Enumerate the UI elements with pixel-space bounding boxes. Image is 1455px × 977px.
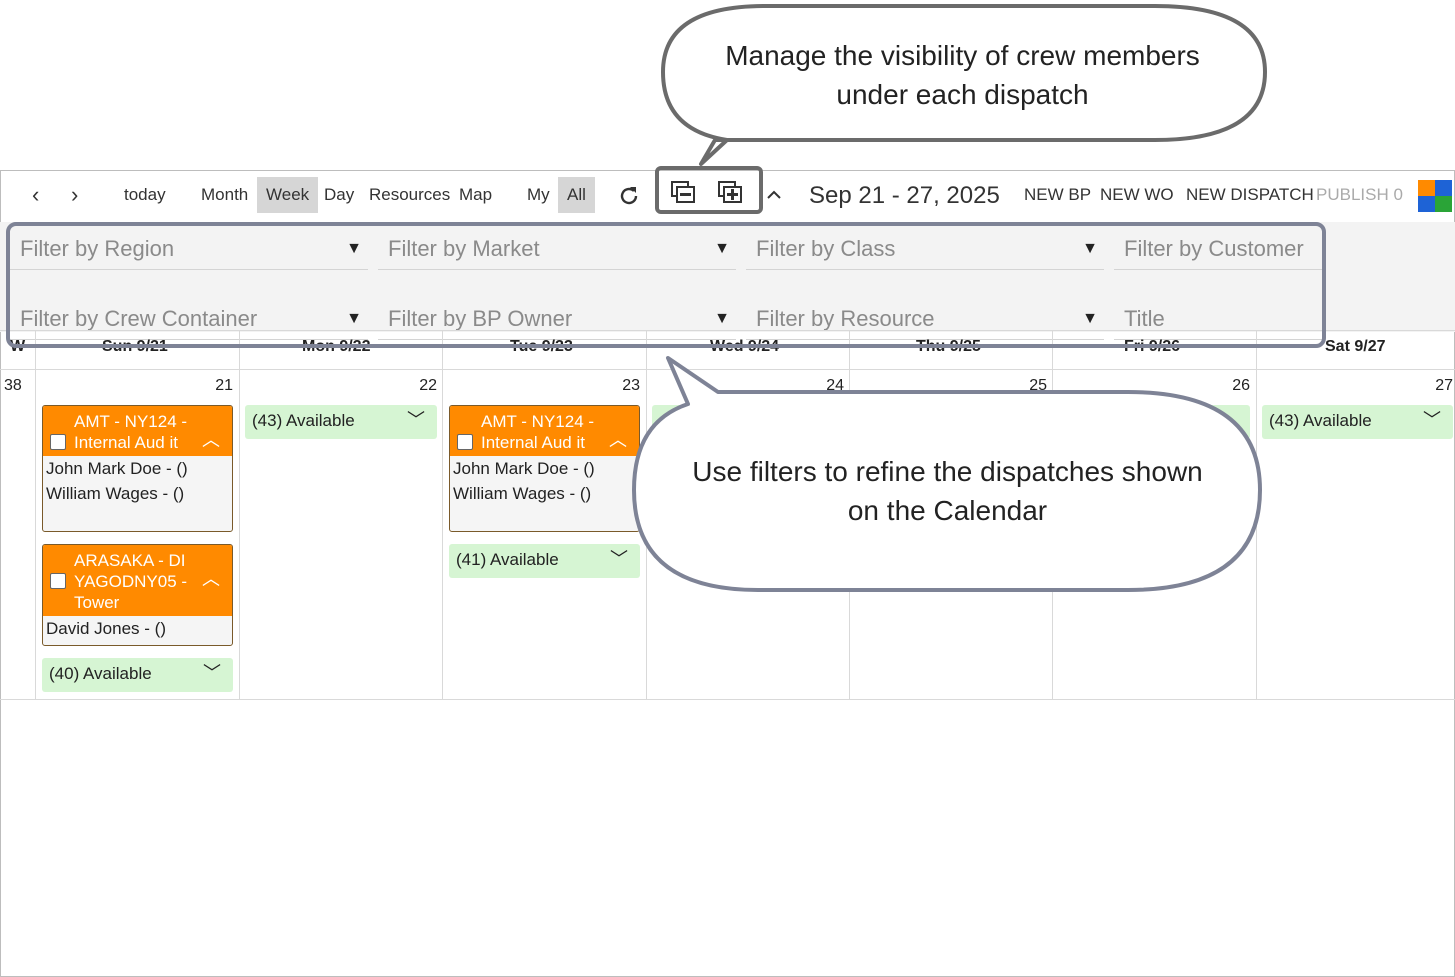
available-crew-sat[interactable]: (43) Available ﹀ xyxy=(1262,405,1453,439)
grid-line xyxy=(442,330,443,700)
view-day-button[interactable]: Day xyxy=(324,177,354,213)
crew-member[interactable]: David Jones - () xyxy=(43,616,232,641)
dispatch-checkbox[interactable] xyxy=(457,434,473,450)
expand-crew-icon[interactable] xyxy=(717,180,745,206)
dispatch-checkbox[interactable] xyxy=(50,573,66,589)
publish-button[interactable]: PUBLISH 0 xyxy=(1316,177,1403,213)
available-label: (40) Available xyxy=(49,664,152,683)
today-button[interactable]: today xyxy=(124,177,166,213)
available-crew-sun[interactable]: (40) Available ﹀ xyxy=(42,658,233,692)
day-number-22: 22 xyxy=(419,377,437,394)
collapse-crew-icon[interactable] xyxy=(670,180,698,206)
scope-my-button[interactable]: My xyxy=(527,177,550,213)
dispatch-title: AMT - NY124 - Internal Aud it xyxy=(74,412,188,452)
available-label: (43) Available xyxy=(1269,411,1372,430)
crew-member[interactable]: John Mark Doe - () xyxy=(450,456,639,481)
dispatch-header[interactable]: AMT - NY124 - Internal Aud it ︿ xyxy=(43,406,232,456)
app-logo xyxy=(1418,180,1452,212)
chevron-down-icon[interactable]: ﹀ xyxy=(610,543,628,575)
crew-member[interactable]: John Mark Doe - () xyxy=(43,456,232,481)
view-week-button[interactable]: Week xyxy=(257,177,319,213)
chevron-up-icon[interactable]: ︿ xyxy=(609,430,627,451)
dispatch-header[interactable]: ARASAKA - DI YAGODNY05 - Tower ︿ xyxy=(43,545,232,616)
header-sat: Sat 9/27 xyxy=(1325,338,1386,355)
callout-bottom-text: Use filters to refine the dispatches sho… xyxy=(692,456,1203,526)
dispatch-card[interactable]: AMT - NY124 - Internal Aud it ︿ John Mar… xyxy=(42,405,233,532)
available-label: (43) Available xyxy=(252,411,355,430)
available-crew-tue[interactable]: (41) Available ﹀ xyxy=(449,544,640,578)
view-map-button[interactable]: Map xyxy=(459,177,492,213)
dispatch-title: ARASAKA - DI YAGODNY05 - Tower xyxy=(74,551,188,612)
grid-line xyxy=(239,330,240,700)
new-dispatch-button[interactable]: NEW DISPATCH xyxy=(1186,177,1314,213)
collapse-filters-icon[interactable] xyxy=(766,188,782,202)
scope-all-button[interactable]: All xyxy=(558,177,595,213)
chevron-down-icon[interactable]: ﹀ xyxy=(203,657,221,689)
dispatch-card[interactable]: ARASAKA - DI YAGODNY05 - Tower ︿ David J… xyxy=(42,544,233,646)
day-number-21: 21 xyxy=(215,377,233,394)
view-month-button[interactable]: Month xyxy=(201,177,248,213)
next-button[interactable]: › xyxy=(71,177,78,213)
prev-button[interactable]: ‹ xyxy=(32,177,39,213)
chevron-up-icon[interactable]: ︿ xyxy=(202,569,220,590)
day-number-27: 27 xyxy=(1435,377,1453,394)
callout-top-text: Manage the visibility of crew members un… xyxy=(725,40,1200,110)
chevron-up-icon[interactable]: ︿ xyxy=(202,430,220,451)
view-resources-button[interactable]: Resources xyxy=(369,177,450,213)
dispatch-header[interactable]: AMT - NY124 - Internal Aud it ︿ xyxy=(450,406,639,456)
new-wo-button[interactable]: NEW WO xyxy=(1100,177,1174,213)
crew-member[interactable]: William Wages - () xyxy=(450,481,639,506)
crew-member[interactable]: William Wages - () xyxy=(43,481,232,506)
date-range-title: Sep 21 - 27, 2025 xyxy=(809,182,1000,209)
refresh-icon[interactable] xyxy=(617,184,641,208)
available-crew-mon[interactable]: (43) Available ﹀ xyxy=(245,405,437,439)
chevron-down-icon[interactable]: ﹀ xyxy=(1423,404,1441,436)
available-label: (41) Available xyxy=(456,550,559,569)
dispatch-checkbox[interactable] xyxy=(50,434,66,450)
filters-highlight xyxy=(6,222,1326,348)
dispatch-card[interactable]: AMT - NY124 - Internal Aud it ︿ John Mar… xyxy=(449,405,640,532)
grid-line xyxy=(0,699,1455,700)
week-number: 38 xyxy=(4,377,22,394)
grid-line xyxy=(35,330,36,700)
chevron-down-icon[interactable]: ﹀ xyxy=(407,404,425,436)
new-bp-button[interactable]: NEW BP xyxy=(1024,177,1091,213)
dispatch-title: AMT - NY124 - Internal Aud it xyxy=(481,412,595,452)
